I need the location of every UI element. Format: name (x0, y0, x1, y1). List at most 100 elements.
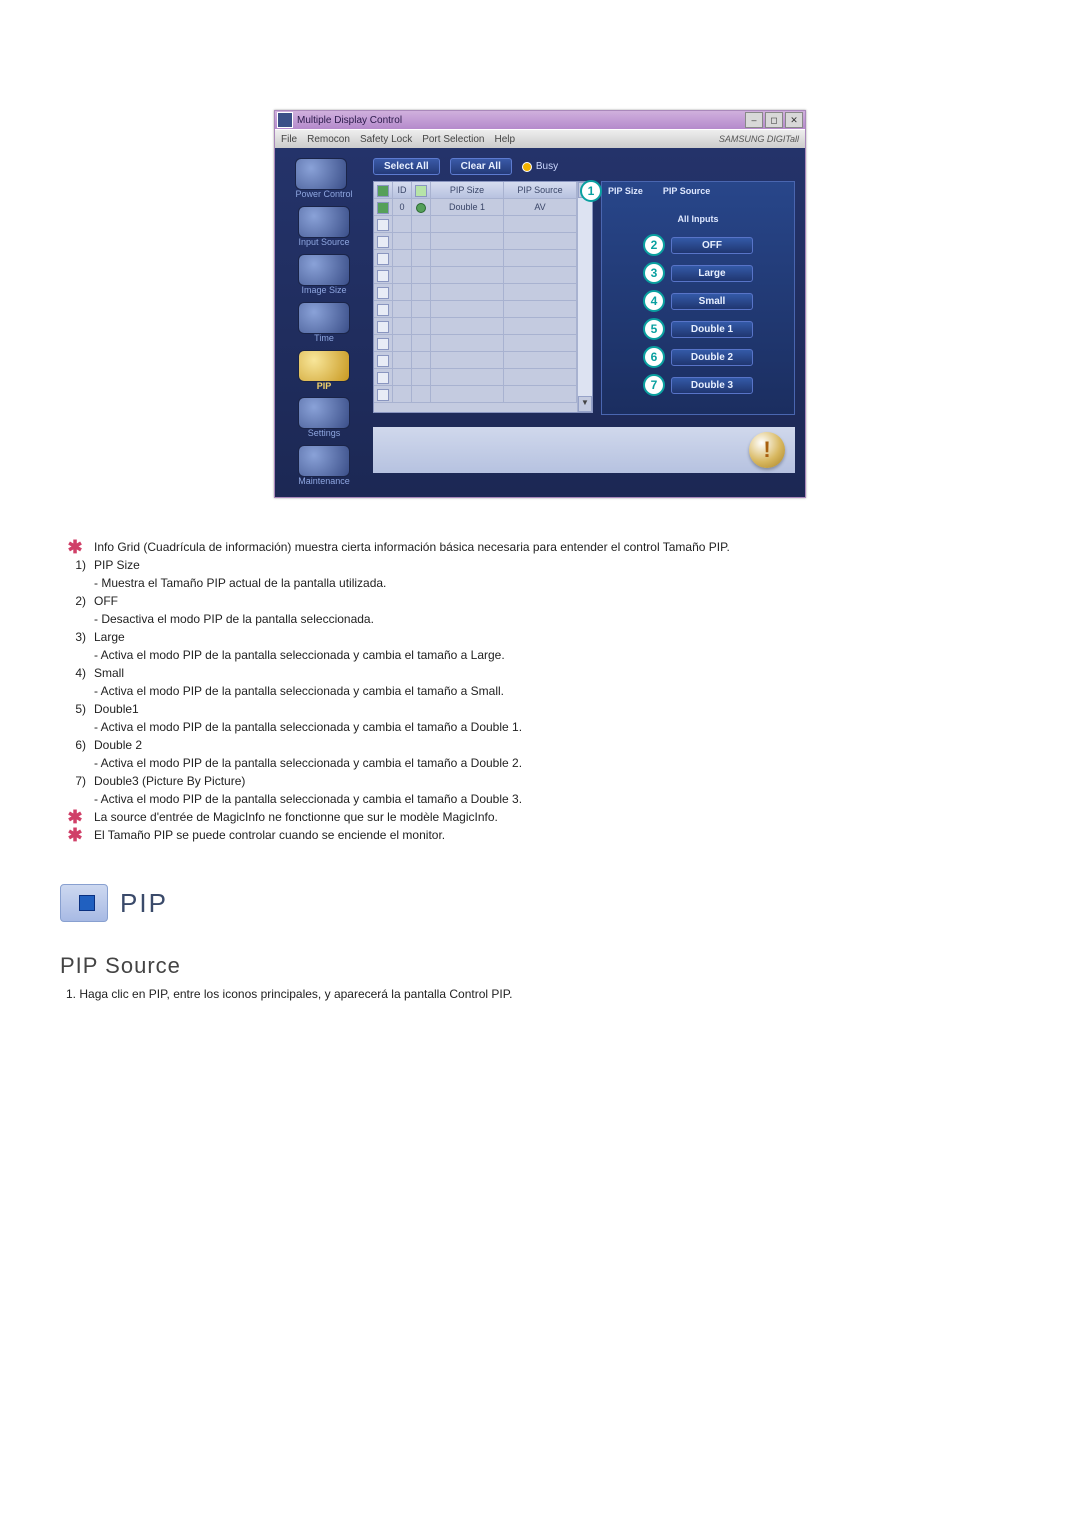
pip-options-panel: 1 PIP Size PIP Source All Inputs 2 OFF 3 (601, 181, 795, 415)
close-button[interactable]: ✕ (785, 112, 803, 128)
row-checkbox[interactable] (377, 304, 389, 316)
option-double2-button[interactable]: Double 2 (671, 349, 753, 366)
sidebar-label: Image Size (298, 286, 350, 296)
brand-label: SAMSUNG DIGITall (719, 134, 799, 144)
menu-port-selection[interactable]: Port Selection (422, 134, 484, 145)
pip-section-icon (60, 884, 108, 922)
col-pip-size[interactable]: PIP Size (431, 182, 504, 199)
doc-num: 3) (60, 628, 90, 646)
sidebar-label: Settings (298, 429, 350, 439)
sidebar: Power Control Input Source Image Size Ti… (285, 158, 363, 487)
col-check[interactable] (374, 182, 393, 199)
row-checkbox[interactable] (377, 372, 389, 384)
callout-3: 3 (643, 262, 665, 284)
doc-item-title: Double 2 (90, 736, 734, 754)
star-icon: ✱ (60, 808, 90, 826)
option-double3-button[interactable]: Double 3 (671, 377, 753, 394)
sidebar-item-time[interactable]: Time (298, 302, 350, 344)
sidebar-item-image-size[interactable]: Image Size (298, 254, 350, 296)
row-checkbox[interactable] (377, 202, 389, 214)
sidebar-label: Input Source (298, 238, 350, 248)
select-all-button[interactable]: Select All (373, 158, 440, 175)
option-large-button[interactable]: Large (671, 265, 753, 282)
cell-pip-size: Double 1 (431, 199, 504, 216)
row-checkbox[interactable] (377, 253, 389, 265)
doc-item-title: OFF (90, 592, 734, 610)
doc-text: ✱ Info Grid (Cuadrícula de información) … (60, 538, 1020, 1001)
menu-safety-lock[interactable]: Safety Lock (360, 134, 412, 145)
busy-dot-icon (522, 162, 532, 172)
menu-help[interactable]: Help (494, 134, 515, 145)
option-double1-button[interactable]: Double 1 (671, 321, 753, 338)
doc-intro-line: Info Grid (Cuadrícula de información) mu… (90, 538, 734, 556)
table-row[interactable]: 0 Double 1 AV (374, 199, 577, 216)
row-checkbox[interactable] (377, 270, 389, 282)
window-titlebar[interactable]: Multiple Display Control – ◻ ✕ (275, 111, 805, 129)
callout-4: 4 (643, 290, 665, 312)
sidebar-label: Maintenance (298, 477, 350, 487)
menu-file[interactable]: File (281, 134, 297, 145)
doc-item-sub: - Activa el modo PIP de la pantalla sele… (90, 682, 734, 700)
sidebar-label: PIP (298, 382, 350, 392)
col-id[interactable]: ID (393, 182, 412, 199)
row-checkbox[interactable] (377, 287, 389, 299)
step-text: Haga clic en PIP, entre los iconos princ… (79, 987, 512, 1001)
doc-item-title: Large (90, 628, 734, 646)
input-source-icon (298, 206, 350, 238)
info-grid: ID PIP Size PIP Source 0 Double 1 (373, 181, 593, 413)
doc-item-sub: - Activa el modo PIP de la pantalla sele… (90, 646, 734, 664)
toolbar: Select All Clear All Busy (373, 158, 795, 175)
minimize-button[interactable]: – (745, 112, 763, 128)
sidebar-label: Power Control (295, 190, 352, 200)
row-checkbox[interactable] (377, 338, 389, 350)
row-checkbox[interactable] (377, 321, 389, 333)
doc-item-sub: - Desactiva el modo PIP de la pantalla s… (90, 610, 734, 628)
image-size-icon (298, 254, 350, 286)
cell-pip-source: AV (504, 199, 577, 216)
doc-num: 6) (60, 736, 90, 754)
callout-2: 2 (643, 234, 665, 256)
option-off-button[interactable]: OFF (671, 237, 753, 254)
row-checkbox[interactable] (377, 219, 389, 231)
star-icon: ✱ (60, 826, 90, 844)
callout-7: 7 (643, 374, 665, 396)
col-status[interactable] (412, 182, 431, 199)
pip-section-title: PIP (120, 888, 168, 919)
grid-scrollbar[interactable]: ▲ ▼ (577, 182, 592, 412)
callout-1: 1 (580, 180, 602, 202)
pip-source-heading: PIP Source (60, 953, 1020, 979)
app-window: Multiple Display Control – ◻ ✕ File Remo… (274, 110, 806, 498)
row-checkbox[interactable] (377, 236, 389, 248)
doc-item-sub: - Activa el modo PIP de la pantalla sele… (90, 754, 734, 772)
doc-note-2: El Tamaño PIP se puede controlar cuando … (90, 826, 734, 844)
clear-all-button[interactable]: Clear All (450, 158, 512, 175)
star-icon: ✱ (60, 538, 90, 556)
pip-source-step: 1. Haga clic en PIP, entre los iconos pr… (66, 987, 1020, 1001)
doc-item-title: Small (90, 664, 734, 682)
menu-bar: File Remocon Safety Lock Port Selection … (275, 129, 805, 148)
sidebar-item-input-source[interactable]: Input Source (298, 206, 350, 248)
sidebar-item-maintenance[interactable]: Maintenance (298, 445, 350, 487)
row-checkbox[interactable] (377, 355, 389, 367)
menu-remocon[interactable]: Remocon (307, 134, 350, 145)
settings-icon (298, 397, 350, 429)
callout-5: 5 (643, 318, 665, 340)
pip-section-header: PIP (60, 884, 168, 922)
sidebar-item-settings[interactable]: Settings (298, 397, 350, 439)
alert-orb-icon[interactable]: ! (749, 432, 785, 468)
cell-id: 0 (393, 199, 412, 216)
scroll-down-icon[interactable]: ▼ (578, 396, 592, 412)
panel-sub-all-inputs: All Inputs (608, 214, 788, 224)
doc-num: 7) (60, 772, 90, 790)
option-small-button[interactable]: Small (671, 293, 753, 310)
sidebar-item-pip[interactable]: PIP (298, 350, 350, 392)
sidebar-item-power-control[interactable]: Power Control (295, 158, 352, 200)
row-checkbox[interactable] (377, 389, 389, 401)
maximize-button[interactable]: ◻ (765, 112, 783, 128)
time-icon (298, 302, 350, 334)
doc-item-title: PIP Size (90, 556, 734, 574)
doc-item-title: Double1 (90, 700, 734, 718)
status-dot-icon (416, 203, 426, 213)
app-icon (277, 112, 293, 128)
col-pip-source[interactable]: PIP Source (504, 182, 577, 199)
